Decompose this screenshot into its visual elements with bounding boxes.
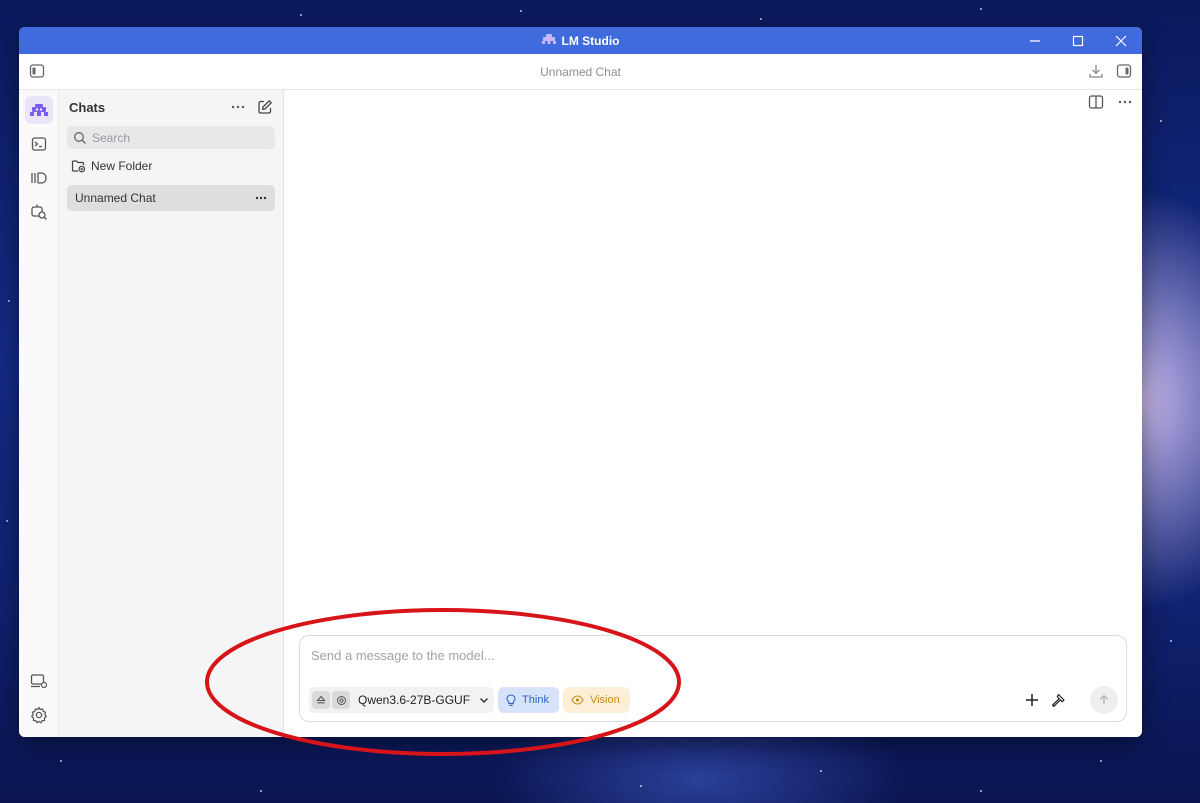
chat-header: Unnamed Chat: [19, 54, 1142, 90]
think-toggle[interactable]: Think: [498, 687, 559, 713]
nav-settings-button[interactable]: [25, 701, 53, 729]
terminal-icon: [31, 137, 47, 151]
chat-title: Unnamed Chat: [540, 64, 621, 79]
search-icon: [74, 131, 86, 144]
new-folder-button[interactable]: New Folder: [71, 159, 271, 173]
sidebar-toggle-icon: [29, 64, 45, 78]
chat-item-label: Unnamed Chat: [75, 191, 156, 205]
chat-icon: [30, 104, 48, 116]
close-icon: [1115, 35, 1126, 46]
models-icon: [31, 172, 47, 184]
chat-more-button[interactable]: [1118, 100, 1132, 104]
maximize-icon: [1072, 35, 1083, 46]
app-window: LM Studio Unnamed Chat Chats Search New …: [19, 27, 1142, 737]
message-composer: Qwen3.6-27B-GGUF Think Vision: [299, 635, 1127, 722]
more-icon: [1118, 100, 1132, 104]
message-input[interactable]: [311, 648, 911, 670]
chats-more-button[interactable]: [231, 105, 245, 109]
new-folder-label: New Folder: [91, 159, 153, 173]
chat-area: Qwen3.6-27B-GGUF Think Vision: [284, 90, 1142, 737]
split-view-button[interactable]: [1088, 94, 1104, 110]
attach-button[interactable]: [1025, 693, 1039, 707]
send-arrow-icon: [1100, 694, 1108, 705]
hammer-icon: [1052, 693, 1065, 707]
minimize-button[interactable]: [1013, 27, 1056, 54]
search-input[interactable]: [92, 130, 262, 145]
download-icon: [1089, 65, 1103, 78]
app-title-text: LM Studio: [561, 33, 620, 48]
app-title: LM Studio: [541, 33, 620, 48]
think-label: Think: [522, 694, 549, 706]
right-panel-icon: [1116, 64, 1132, 78]
new-chat-icon: [258, 100, 272, 114]
nav-chat-button[interactable]: [25, 96, 53, 124]
model-selector[interactable]: Qwen3.6-27B-GGUF: [309, 687, 495, 713]
model-settings-button[interactable]: [332, 691, 350, 709]
chat-item-more-button[interactable]: [255, 196, 267, 200]
nav-rail: [19, 90, 59, 737]
lightbulb-icon: [506, 693, 516, 706]
folder-add-icon: [71, 160, 86, 173]
plus-icon: [1026, 694, 1038, 706]
maximize-button[interactable]: [1056, 27, 1099, 54]
lm-studio-logo-icon: [541, 33, 556, 48]
tools-button[interactable]: [1051, 693, 1066, 708]
nav-hardware-button[interactable]: [25, 667, 53, 695]
eye-icon: [571, 695, 584, 705]
more-icon: [255, 196, 267, 200]
download-button[interactable]: [1088, 63, 1104, 79]
chats-heading: Chats: [69, 99, 106, 115]
vision-label: Vision: [589, 694, 620, 706]
eject-model-button[interactable]: [312, 691, 330, 709]
nav-models-button[interactable]: [25, 164, 53, 192]
chats-sidebar: Chats New Folder Unnamed Chat: [59, 90, 284, 737]
settings-icon: [31, 706, 47, 724]
split-view-icon: [1088, 95, 1104, 109]
close-window-button[interactable]: [1099, 27, 1142, 54]
new-chat-button[interactable]: [257, 99, 273, 115]
eject-icon: [316, 695, 326, 704]
send-button[interactable]: [1090, 686, 1118, 714]
model-settings-icon: [336, 695, 346, 705]
sidebar-toggle-button[interactable]: [29, 63, 45, 79]
nav-discover-button[interactable]: [25, 198, 53, 226]
vision-toggle[interactable]: Vision: [562, 687, 630, 713]
minimize-icon: [1029, 39, 1040, 42]
chevron-down-icon: [480, 698, 489, 703]
nav-developer-button[interactable]: [25, 130, 53, 158]
window-controls: [1013, 27, 1142, 54]
search-box[interactable]: [67, 126, 275, 149]
more-icon: [231, 105, 245, 109]
model-name: Qwen3.6-27B-GGUF: [358, 693, 471, 707]
hardware-icon: [30, 674, 48, 689]
right-panel-button[interactable]: [1116, 63, 1132, 79]
chat-list-item[interactable]: Unnamed Chat: [67, 185, 275, 211]
title-bar: LM Studio: [19, 27, 1142, 54]
discover-icon: [31, 204, 47, 220]
